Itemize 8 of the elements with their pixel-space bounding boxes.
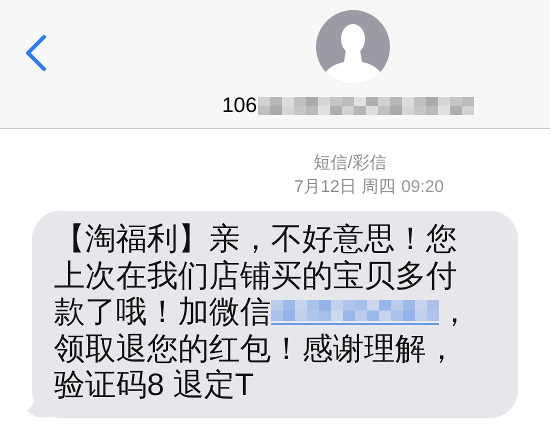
contact-number: 106 [222, 94, 258, 118]
message-time: 09:20 [401, 176, 444, 198]
message-text: 【淘福利】亲，不好意思！您上次在我们店铺买的宝贝多付款了哦！加微信 ，领取退您的红包！感谢理解，验证码8 退定T [54, 221, 471, 404]
back-icon[interactable] [24, 34, 48, 72]
message-type-label: 短信/彩信 [314, 152, 386, 174]
blurred-link[interactable] [271, 298, 439, 326]
avatar-icon[interactable] [316, 10, 390, 84]
message-date: 7月12日 周四 [294, 176, 396, 198]
